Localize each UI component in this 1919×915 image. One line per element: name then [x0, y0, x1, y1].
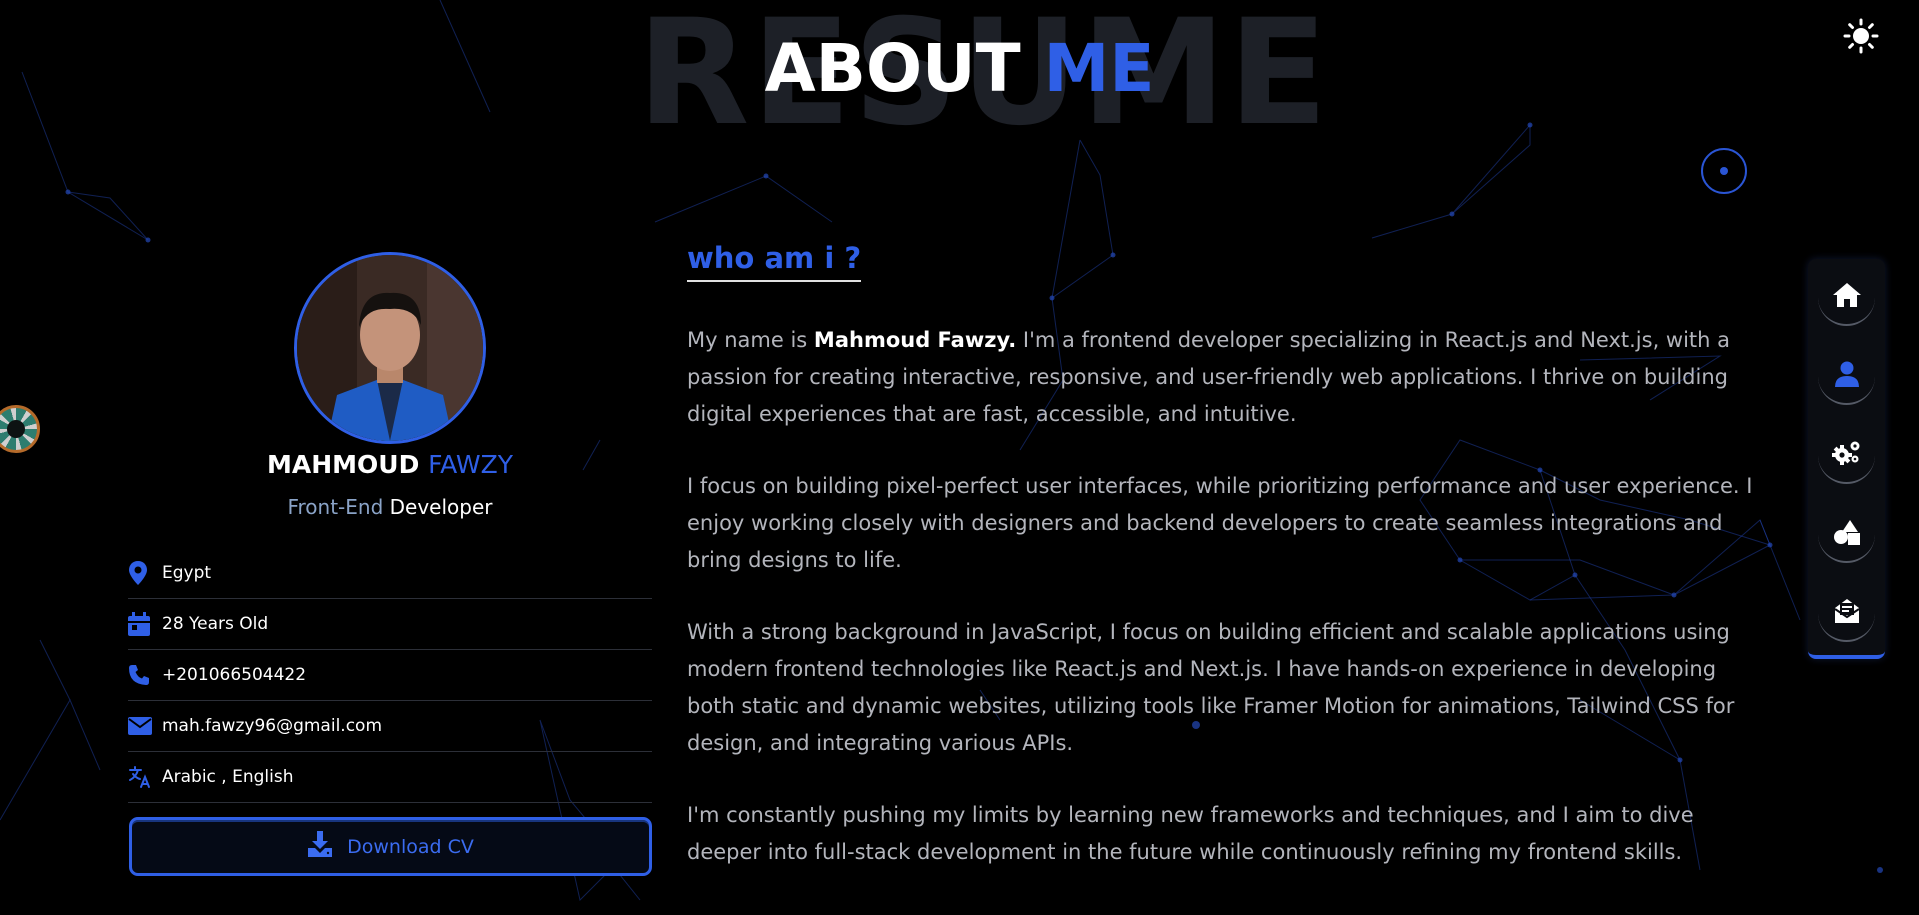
translate-icon [128, 765, 162, 789]
download-cv-button[interactable]: Download CV [129, 817, 652, 876]
about-paragraph-4: I'm constantly pushing my limits by lear… [687, 803, 1694, 864]
side-navigation [1808, 259, 1885, 659]
profile-name: MAHMOUD FAWZY [120, 450, 660, 480]
section-title-word2: ME [1043, 30, 1155, 107]
info-text-languages: Arabic , English [162, 767, 294, 787]
user-icon [1834, 361, 1860, 391]
info-item-email: mah.fawzy96@gmail.com [128, 701, 652, 752]
info-item-languages: Arabic , English [128, 752, 652, 803]
nav-home[interactable] [1818, 269, 1875, 326]
info-text-email: mah.fawzy96@gmail.com [162, 716, 383, 736]
profile-info-list: Egypt 28 Years Old +201066504422 mah.faw… [128, 548, 652, 803]
info-text-location: Egypt [162, 563, 212, 583]
about-paragraph-3: With a strong background in JavaScript, … [687, 620, 1735, 755]
info-item-phone: +201066504422 [128, 650, 652, 701]
profile-role-accent: Front-End [287, 495, 384, 519]
section-title-word1: ABOUT [764, 30, 1021, 107]
info-text-phone: +201066504422 [162, 665, 307, 685]
profile-role-rest: Developer [389, 495, 493, 519]
shapes-icon [1833, 519, 1861, 549]
mail-icon [1833, 598, 1861, 628]
profile-first-name: MAHMOUD [267, 450, 420, 479]
calendar-icon [128, 612, 162, 636]
nav-portfolio[interactable] [1818, 506, 1875, 563]
about-p1-pre: My name is [687, 328, 808, 352]
profile-last-name: FAWZY [428, 450, 513, 479]
nav-services[interactable] [1818, 427, 1875, 484]
sun-icon[interactable] [1843, 18, 1879, 54]
gears-icon [1831, 440, 1862, 470]
about-paragraphs: My name is Mahmoud Fawzy. I'm a frontend… [687, 322, 1757, 906]
scroll-indicator-button[interactable] [1701, 148, 1747, 194]
phone-icon [128, 663, 162, 687]
about-p1-name: Mahmoud Fawzy. [813, 328, 1017, 352]
home-icon [1832, 282, 1862, 312]
envelope-icon [128, 714, 162, 738]
profile-role: Front-End Developer [120, 494, 660, 520]
about-heading: who am i ? [687, 240, 862, 282]
section-title: ABOUT ME [0, 36, 1919, 102]
info-text-age: 28 Years Old [162, 614, 269, 634]
info-item-location: Egypt [128, 548, 652, 599]
download-icon [307, 831, 333, 862]
location-pin-icon [128, 561, 162, 585]
avatar [294, 252, 486, 444]
nav-contact[interactable] [1818, 585, 1875, 642]
about-paragraph-1: My name is Mahmoud Fawzy. I'm a frontend… [687, 322, 1757, 433]
info-item-age: 28 Years Old [128, 599, 652, 650]
about-paragraph-2: I focus on building pixel-perfect user i… [687, 474, 1753, 572]
download-cv-label: Download CV [347, 835, 474, 858]
nav-about[interactable] [1818, 348, 1875, 405]
